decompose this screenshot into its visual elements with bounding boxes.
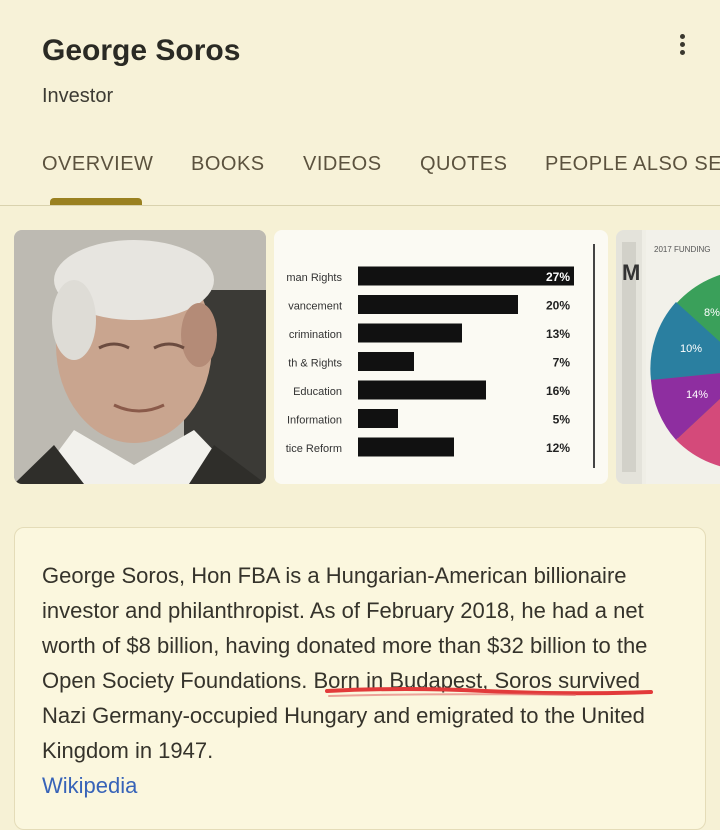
tab-quotes[interactable]: QUOTES — [420, 153, 507, 176]
portrait-image[interactable] — [14, 230, 266, 484]
entity-title: George Soros — [42, 34, 241, 67]
knowledge-panel-header: George Soros Investor OVERVIEW BOOKS VID… — [0, 0, 720, 206]
portrait-illustration — [14, 230, 266, 484]
bar — [358, 295, 518, 314]
tab-overview[interactable]: OVERVIEW — [42, 153, 153, 176]
bar — [358, 323, 462, 343]
bar — [358, 437, 454, 457]
bar-value: 5% — [553, 413, 571, 427]
bar-value: 16% — [546, 384, 570, 398]
tab-people-also-search[interactable]: PEOPLE ALSO SEA — [545, 153, 720, 176]
more-vert-icon[interactable] — [672, 34, 692, 62]
bar-label: man Rights — [286, 272, 342, 284]
bar-value: 12% — [546, 441, 570, 455]
description-part-1: George Soros, Hon FBA is a Hungarian-Ame… — [42, 563, 648, 658]
bar-label: crimination — [289, 329, 342, 341]
image-carousel: man Rights 27% vancement 20% crimination 13% t… — [0, 230, 720, 484]
wikipedia-link[interactable]: Wikipedia — [42, 773, 137, 798]
tab-bar: OVERVIEW BOOKS VIDEOS QUOTES PEOPLE ALSO… — [0, 150, 720, 206]
pie-chart-svg: M 2017 FUNDING 10% 14% 8% — [616, 230, 720, 484]
bar-value: 20% — [546, 299, 570, 313]
bar-value: 7% — [553, 356, 571, 370]
highlighted-phrase: Open Society Foundations. — [42, 668, 308, 693]
bar-label: Education — [293, 386, 342, 398]
header-divider — [0, 205, 720, 206]
svg-text:M: M — [622, 260, 640, 285]
tab-videos[interactable]: VIDEOS — [303, 153, 382, 176]
pie-title: 2017 FUNDING — [654, 245, 710, 254]
bar — [358, 266, 574, 286]
description-card: George Soros, Hon FBA is a Hungarian-Ame… — [14, 527, 706, 830]
bar — [358, 409, 398, 428]
bar-chart-svg: man Rights 27% vancement 20% crimination 13% t… — [286, 244, 595, 468]
description-text: George Soros, Hon FBA is a Hungarian-Ame… — [42, 558, 682, 803]
bar-value: 27% — [546, 270, 570, 284]
red-underline-annotation — [325, 687, 653, 697]
bar-label: Information — [287, 415, 342, 427]
bar-label: th & Rights — [288, 358, 342, 370]
pie-label-14: 14% — [686, 389, 708, 401]
bar-value: 13% — [546, 327, 570, 341]
bar — [358, 380, 486, 400]
pie-label-10: 10% — [680, 343, 702, 355]
pie-label-8: 8% — [704, 307, 720, 319]
funding-pie-chart-image[interactable]: M 2017 FUNDING 10% 14% 8% — [616, 230, 720, 484]
funding-bar-chart-image[interactable]: man Rights 27% vancement 20% crimination 13% t… — [274, 230, 608, 484]
tab-books[interactable]: BOOKS — [191, 153, 265, 176]
bar — [358, 352, 414, 371]
entity-subtitle: Investor — [42, 85, 114, 107]
bar-label: tice Reform — [286, 443, 342, 455]
bar-label: vancement — [288, 301, 342, 313]
